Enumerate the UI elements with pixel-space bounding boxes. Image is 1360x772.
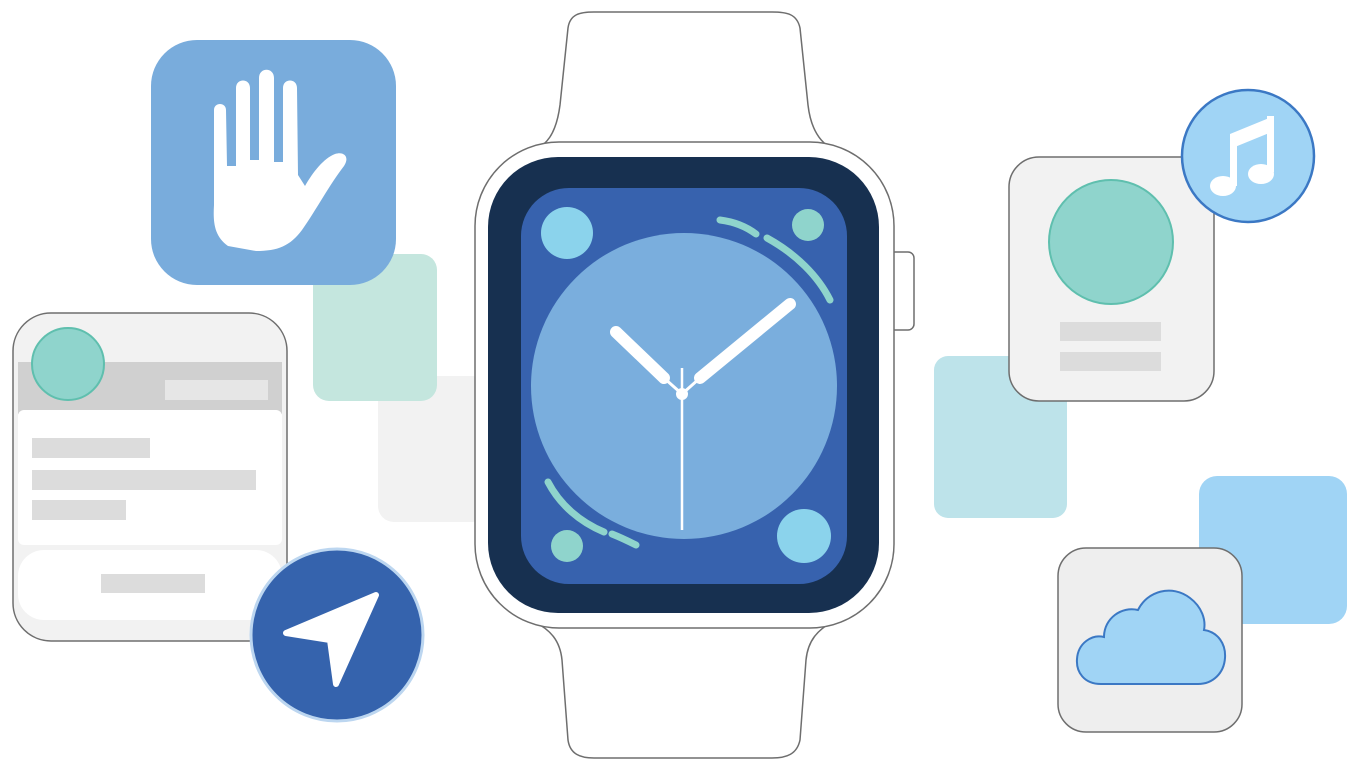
card-text-line: [1060, 352, 1161, 371]
cloud-app-tile: [1057, 547, 1243, 733]
notification-card: [12, 312, 288, 642]
watch-band-bottom: [534, 621, 835, 759]
card-header-bar: [165, 380, 268, 400]
card-text-line: [32, 500, 126, 520]
watch-dial: [531, 233, 837, 539]
avatar: [31, 327, 105, 401]
complication-bottom-right: [777, 509, 831, 563]
music-badge: [1180, 88, 1316, 224]
hand-app-tile: [151, 40, 396, 285]
card-text-line: [1060, 322, 1161, 341]
contact-avatar: [1048, 179, 1174, 305]
hand-pivot: [676, 388, 688, 400]
card-text-line: [32, 438, 150, 458]
complication-top-left: [541, 207, 593, 259]
watch-band-top: [534, 11, 836, 151]
watch: [474, 11, 915, 759]
card-text-line: [32, 470, 256, 490]
complication-top-right: [792, 209, 824, 241]
watch-apps-illustration: [12, 11, 1347, 759]
navigation-badge: [249, 547, 425, 723]
card-button-bar: [101, 574, 205, 593]
contact-card: [1008, 156, 1215, 402]
complication-bottom-left: [551, 530, 583, 562]
